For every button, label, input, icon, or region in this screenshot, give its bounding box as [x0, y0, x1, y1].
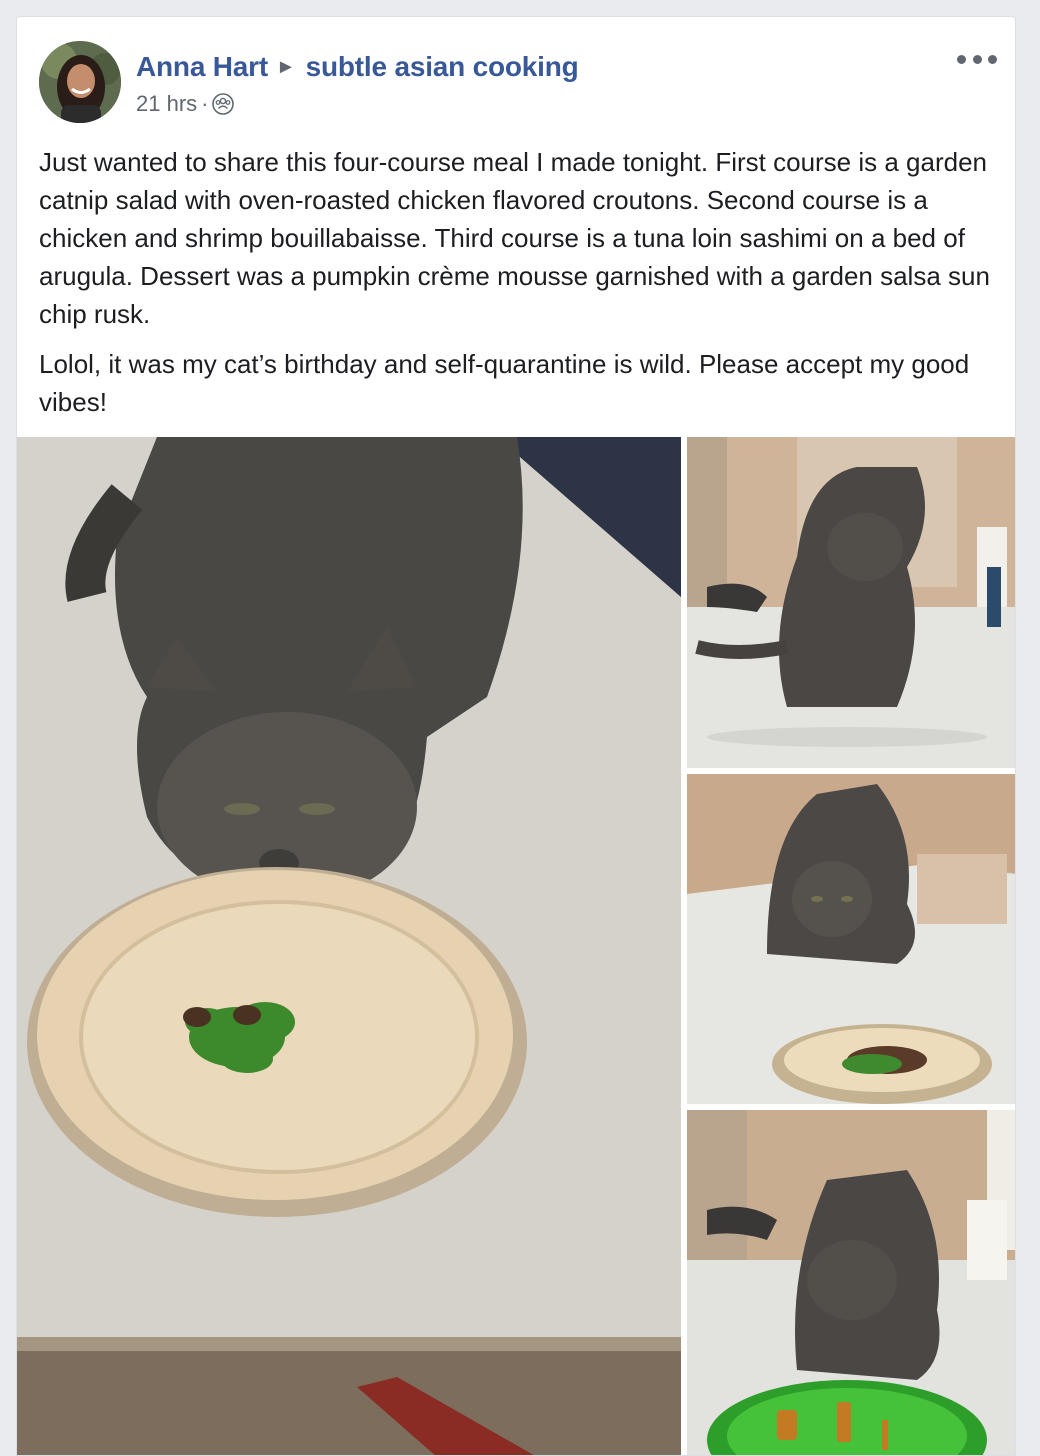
- timestamp-link[interactable]: 21 hrs: [136, 91, 197, 116]
- group-audience-icon[interactable]: [212, 93, 235, 121]
- post-card: Anna Hart ► subtle asian cooking 21 hrs · J…: [16, 16, 1016, 1456]
- post-header: Anna Hart ► subtle asian cooking: [136, 51, 579, 83]
- post-paragraph-2: Lolol, it was my cat’s birthday and self…: [39, 349, 970, 417]
- author-name-link[interactable]: Anna Hart: [136, 51, 268, 82]
- more-options-icon: [957, 54, 966, 64]
- photo-thumb-3[interactable]: [687, 1110, 1015, 1455]
- group-name-link[interactable]: subtle asian cooking: [306, 51, 579, 82]
- post-paragraph-1: Just wanted to share this four-course me…: [39, 147, 990, 329]
- author-avatar[interactable]: [39, 41, 121, 123]
- more-options-button[interactable]: [957, 47, 997, 71]
- arrow-right-icon: ►: [276, 56, 296, 78]
- post-body: Just wanted to share this four-course me…: [39, 143, 999, 433]
- photo-main[interactable]: [17, 437, 681, 1455]
- photo-thumb-2[interactable]: [687, 774, 1015, 1104]
- meta-separator: ·: [201, 91, 209, 116]
- photo-thumb-1[interactable]: [687, 437, 1015, 768]
- post-meta: 21 hrs ·: [136, 91, 235, 121]
- photo-grid: [17, 437, 1015, 1455]
